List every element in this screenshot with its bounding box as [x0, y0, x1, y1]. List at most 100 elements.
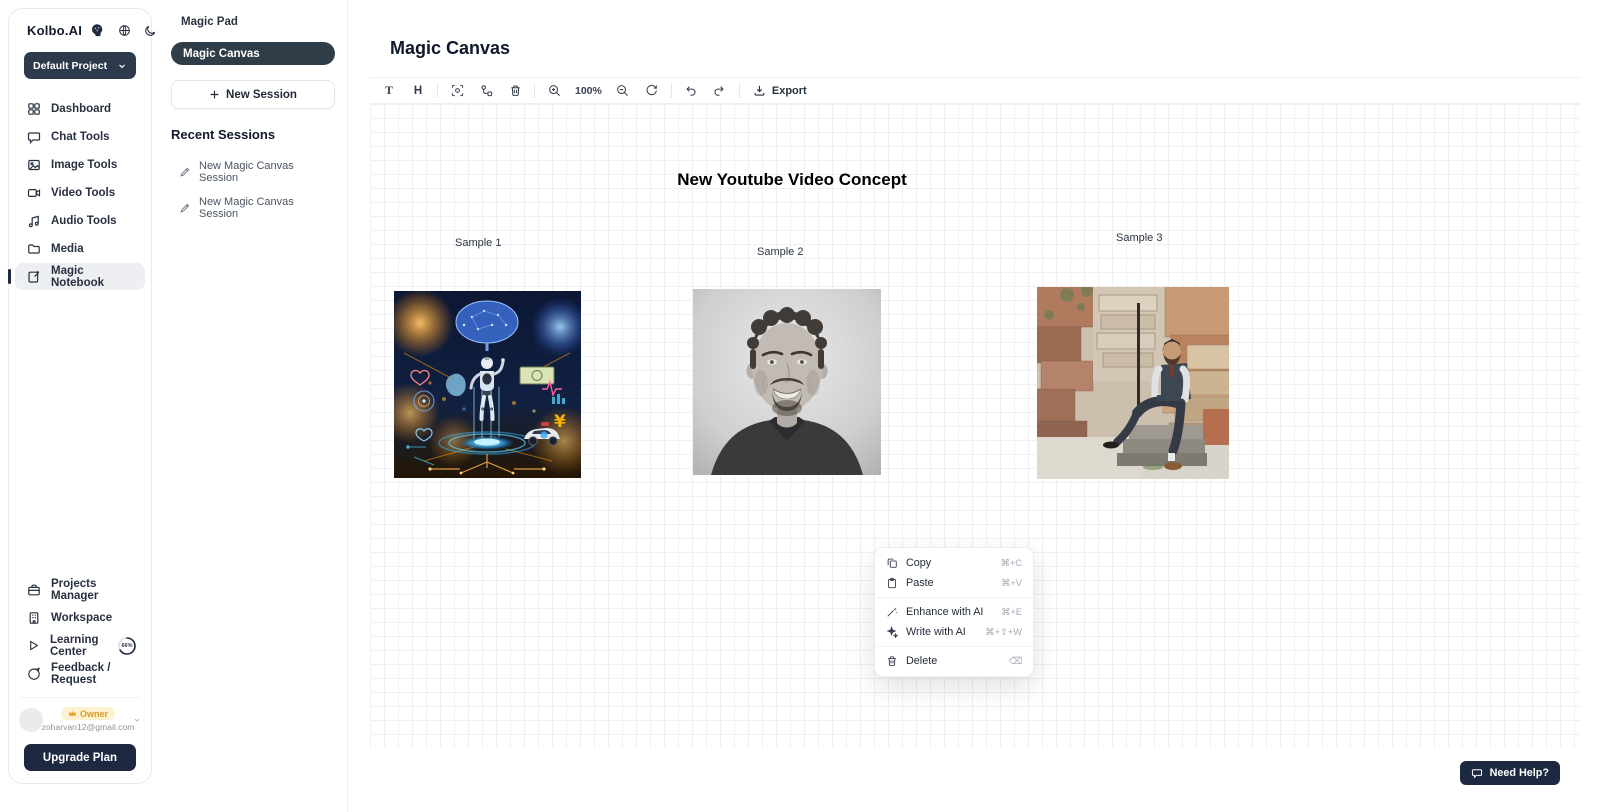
undo-icon — [684, 84, 697, 97]
sample-2-image-portrait[interactable] — [693, 289, 881, 475]
heading-tool-button[interactable]: H — [408, 81, 428, 101]
sidebar-item-label: Feedback / Request — [51, 662, 137, 686]
export-label: Export — [772, 85, 807, 97]
reset-view-button[interactable] — [642, 81, 662, 101]
export-download-icon — [753, 84, 766, 97]
upgrade-plan-button[interactable]: Upgrade Plan — [24, 744, 136, 771]
app-window: Kolbo.AI Default Project Dashboard — [0, 0, 1600, 812]
chevron-icon — [133, 716, 141, 724]
sample-2-label[interactable]: Sample 2 — [757, 246, 803, 258]
zoom-level[interactable]: 100% — [573, 85, 604, 97]
owner-badge: Owner — [61, 707, 115, 720]
session-label: New Magic Canvas Session — [199, 160, 331, 184]
redo-button[interactable] — [710, 81, 730, 101]
sidebar-item-label: Image Tools — [51, 159, 117, 171]
context-item-label: Delete — [906, 655, 1001, 667]
sidebar-item-feedback[interactable]: Feedback / Request — [15, 660, 145, 687]
sidebar-item-label: Projects Manager — [51, 578, 137, 602]
toolbar-separator — [437, 83, 438, 98]
context-item-label: Enhance with AI — [906, 606, 993, 618]
text-tool-button[interactable]: T — [379, 81, 399, 101]
zoom-in-icon — [548, 84, 561, 97]
notebook-icon — [27, 270, 41, 284]
sidebar-item-workspace[interactable]: Workspace — [15, 604, 145, 631]
session-list-item[interactable]: New Magic Canvas Session — [171, 190, 335, 226]
recent-sessions-title: Recent Sessions — [171, 127, 335, 142]
context-menu-item-copy[interactable]: Copy ⌘+C — [875, 553, 1033, 573]
sidebar-item-label: Media — [51, 243, 84, 255]
svg-text:¥: ¥ — [554, 412, 566, 432]
main-area: Magic Canvas T H 100% — [349, 0, 1600, 812]
sidebar-item-chat-tools[interactable]: Chat Tools — [15, 123, 145, 150]
context-menu-item-enhance-with-ai[interactable]: Enhance with AI ⌘+E — [875, 602, 1033, 622]
context-menu-item-write-with-ai[interactable]: Write with AI ⌘+⇧+W — [875, 622, 1033, 642]
sparkle-icon — [886, 626, 898, 638]
need-help-button[interactable]: Need Help? — [1460, 761, 1560, 785]
sidebar-item-dashboard[interactable]: Dashboard — [15, 95, 145, 122]
trash-icon — [886, 655, 898, 667]
zoom-in-button[interactable] — [544, 81, 564, 101]
magic-canvas-grid[interactable]: New Youtube Video Concept Sample 1 Sampl… — [370, 104, 1581, 748]
sidebar-item-magic-notebook[interactable]: Magic Notebook — [15, 263, 145, 290]
chevron-down-icon — [117, 61, 127, 71]
panel-item-magic-pad[interactable]: Magic Pad — [171, 14, 335, 42]
play-icon — [27, 639, 40, 652]
audio-icon — [27, 214, 41, 228]
project-selector[interactable]: Default Project — [24, 52, 136, 79]
context-item-shortcut: ⌘+E — [1001, 607, 1022, 618]
sidebar-item-label: Learning Center — [50, 634, 105, 658]
redo-icon — [713, 84, 726, 97]
zoom-out-icon — [616, 84, 629, 97]
sample-3-image-man-on-ruins[interactable] — [1037, 287, 1229, 479]
session-label: New Magic Canvas Session — [199, 196, 331, 220]
logo-row: Kolbo.AI — [9, 23, 151, 38]
learning-progress-value: 66% — [117, 636, 137, 656]
crown-icon — [68, 709, 77, 718]
sidebar-item-audio-tools[interactable]: Audio Tools — [15, 207, 145, 234]
magic-wand-icon — [886, 606, 898, 618]
reset-view-icon — [645, 84, 658, 97]
context-item-label: Write with AI — [906, 626, 977, 638]
sample-1-label[interactable]: Sample 1 — [455, 237, 501, 249]
owner-badge-label: Owner — [80, 709, 108, 719]
sidebar-item-label: Video Tools — [51, 187, 115, 199]
sidebar-item-image-tools[interactable]: Image Tools — [15, 151, 145, 178]
globe-icon[interactable] — [118, 24, 131, 37]
sample-3-label[interactable]: Sample 3 — [1116, 232, 1162, 244]
toolbar-separator — [534, 83, 535, 98]
context-menu-item-delete[interactable]: Delete ⌫ — [875, 651, 1033, 671]
connector-tool-button[interactable] — [476, 81, 496, 101]
context-item-shortcut: ⌘+⇧+W — [985, 627, 1022, 638]
canvas-heading-text[interactable]: New Youtube Video Concept — [642, 170, 942, 190]
user-account-row[interactable]: Owner zoharvan12@gmail.com — [19, 697, 141, 732]
connector-icon — [480, 84, 493, 97]
context-item-shortcut: ⌫ — [1009, 656, 1022, 667]
context-menu-item-paste[interactable]: Paste ⌘+V — [875, 573, 1033, 593]
sidebar-item-video-tools[interactable]: Video Tools — [15, 179, 145, 206]
undo-button[interactable] — [681, 81, 701, 101]
sidebar-item-projects-manager[interactable]: Projects Manager — [15, 576, 145, 603]
sidebar-footer-nav: Projects Manager Workspace Learning Cent… — [9, 576, 151, 687]
session-list-item[interactable]: New Magic Canvas Session — [171, 154, 335, 190]
export-button[interactable]: Export — [749, 84, 811, 97]
ai-select-icon — [451, 84, 464, 97]
chat-icon — [27, 130, 41, 144]
plus-icon — [209, 89, 220, 100]
delete-tool-button[interactable] — [505, 81, 525, 101]
user-email: zoharvan12@gmail.com — [42, 722, 135, 732]
panel-item-magic-canvas[interactable]: Magic Canvas — [171, 42, 335, 65]
sidebar-item-label: Audio Tools — [51, 215, 117, 227]
new-session-label: New Session — [226, 89, 297, 101]
new-session-button[interactable]: New Session — [171, 80, 335, 109]
toolbar-separator — [739, 83, 740, 98]
ai-select-button[interactable] — [447, 81, 467, 101]
zoom-out-button[interactable] — [613, 81, 633, 101]
folder-icon — [27, 242, 41, 256]
help-chat-icon — [1471, 767, 1483, 779]
sample-1-image-ai-collage[interactable]: ¥ — [394, 291, 581, 478]
sessions-panel: Magic Pad Magic Canvas New Session Recen… — [155, 0, 348, 812]
sidebar-item-learning-center[interactable]: Learning Center 66% — [15, 632, 145, 659]
sidebar-item-media[interactable]: Media — [15, 235, 145, 262]
sidebar: Kolbo.AI Default Project Dashboard — [8, 8, 152, 784]
image-icon — [27, 158, 41, 172]
